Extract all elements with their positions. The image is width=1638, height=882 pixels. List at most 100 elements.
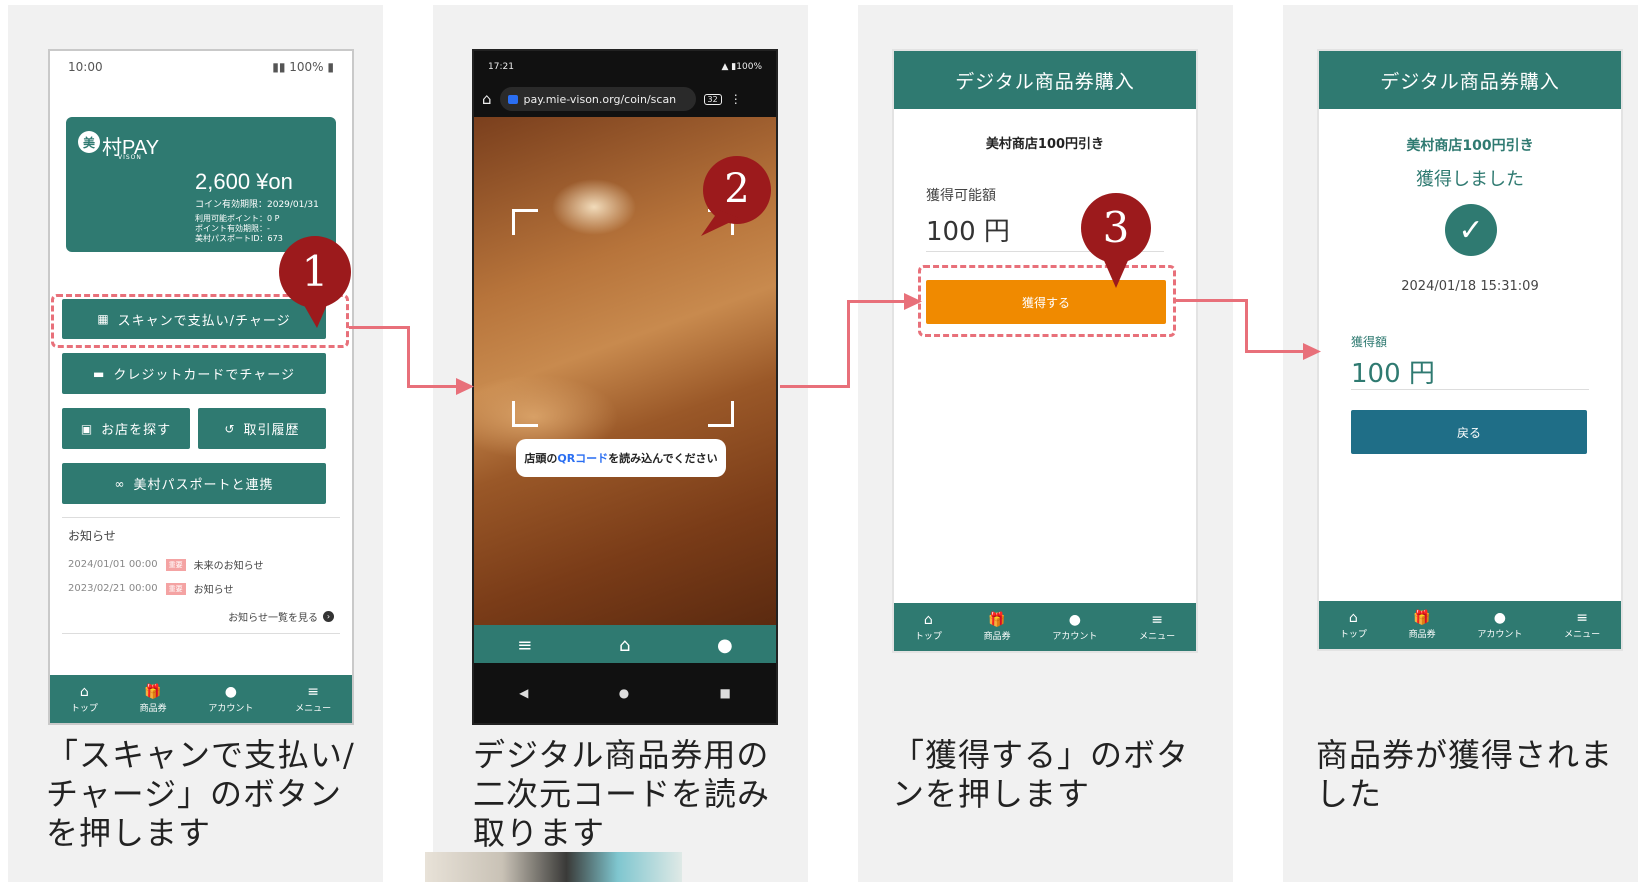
points-info: 利用可能ポイント：0 P ポイント有効期限：- 美村パスポートID：673 [195,214,283,243]
qr-scan-screen: 17:21 ▲ ▮100% ⌂ pay.mie-vison.org/coin/s… [472,49,778,725]
important-badge: 重要 [165,582,186,595]
user-icon: ● [224,683,237,700]
nav-account[interactable]: ● アカウント [208,685,253,714]
status-time: 10:00 [68,60,103,74]
product-name: 美村商店100円引き [1406,138,1534,154]
connector-line [1176,299,1248,302]
news-heading: お知らせ [68,529,116,543]
credit-card-charge-button[interactable]: ▬ クレジットカードでチャージ [62,353,326,394]
news-item[interactable]: 2024/01/01 00:00 重要 未来のお知らせ [68,557,263,572]
arrowhead [1303,343,1321,360]
step-3-caption: 「獲得する」のボタ ンを押します [892,736,1190,813]
user-icon: ● [1068,611,1081,628]
link-icon: ∞ [114,476,126,491]
connector-line [407,326,410,387]
scan-frame-corner [512,209,538,235]
screen-header: デジタル商品券購入 [894,51,1196,109]
credit-card-icon: ▬ [93,366,106,381]
back-icon[interactable]: ◀ [519,686,528,700]
home-icon[interactable]: ⌂ [619,635,630,656]
find-shops-button[interactable]: ▣ お店を探す [62,408,190,449]
user-icon[interactable]: ● [717,635,733,656]
logo-mark: 美 [78,131,100,153]
link-passport-button[interactable]: ∞ 美村パスポートと連携 [62,463,326,504]
shop-icon: ▣ [80,421,94,436]
acquired-timestamp: 2024/01/18 15:31:09 [1401,279,1539,294]
nav-voucher[interactable]: 🎁 商品券 [1409,611,1436,640]
nav-top[interactable]: ⌂ トップ [1340,611,1367,640]
wallet-card: 美 村PAY VISON 2,600 ¥on コイン有効期限：2029/01/3… [66,117,336,252]
scan-instruction: 店頭の QRコード を読み込んでください [516,439,726,477]
divider [1351,389,1589,390]
recents-icon[interactable]: ■ [720,686,731,700]
step-4-caption: 商品券が獲得されま した [1316,736,1614,813]
step-1-caption: 「スキャンで支払い/ チャージ」のボタン を押します [46,736,355,852]
nav-menu[interactable]: ≡ メニュー [1564,611,1600,640]
status-bar: 17:21 ▲ ▮100% [474,51,776,83]
camera-icon [507,94,518,104]
url-field[interactable]: pay.mie-vison.org/coin/scan [499,87,696,111]
connector-line [847,300,907,303]
scan-frame-corner [512,401,538,427]
nav-top[interactable]: ⌂ トップ [71,685,98,714]
menu-icon: ≡ [1576,609,1588,626]
gift-icon: 🎁 [144,683,162,700]
history-icon: ↺ [224,421,236,436]
news-more-link[interactable]: お知らせ一覧を見る › [228,609,334,624]
home-circle-icon[interactable]: ● [619,686,629,700]
home-icon: ⌂ [1348,609,1358,626]
step-2-caption: デジタル商品券用の 二次元コードを読み 取ります [473,736,771,852]
tabs-button[interactable]: 32 [703,93,722,105]
coin-balance: 2,600 ¥on [195,169,293,194]
connector-line [780,385,849,388]
nav-menu[interactable]: ≡ メニュー [1139,613,1175,642]
voucher-acquired-screen: デジタル商品券購入 美村商店100円引き 獲得しました ✓ 2024/01/18… [1317,49,1623,651]
home-icon[interactable]: ⌂ [482,90,492,108]
check-icon: ✓ [1445,204,1497,256]
chevron-right-icon: › [323,611,334,622]
divider [62,633,340,634]
connector-line [349,326,409,329]
transaction-history-button[interactable]: ↺ 取引履歴 [198,408,326,449]
product-name: 美村商店100円引き [985,137,1105,152]
scan-frame-corner [708,401,734,427]
menu-icon[interactable]: ≡ [517,635,532,656]
home-icon: ⌂ [79,683,89,700]
menu-icon: ≡ [1151,611,1163,628]
available-value: 100 円 [926,217,1010,247]
connector-line [1245,299,1248,352]
home-icon: ⌂ [923,611,933,628]
connector-line [407,385,459,388]
status-time: 17:21 [488,62,514,72]
nav-voucher[interactable]: 🎁 商品券 [140,685,167,714]
nav-top[interactable]: ⌂ トップ [915,613,942,642]
amount-value: 100 円 [1351,359,1435,389]
important-badge: 重要 [165,558,186,571]
step-marker-2: 2 [699,156,775,236]
nav-menu[interactable]: ≡ メニュー [295,685,331,714]
arrowhead [904,293,922,310]
battery-indicator: ▮▮ 100% ▮ [272,60,334,74]
back-button[interactable]: 戻る [1351,410,1587,454]
photo-fragment [425,852,682,882]
status-bar: 10:00 ▮▮ 100% ▮ [50,51,352,83]
screen-header: デジタル商品券購入 [1319,51,1621,109]
home-screen: 10:00 ▮▮ 100% ▮ 美 村PAY VISON 2,600 ¥on コ… [48,49,354,725]
gift-icon: 🎁 [988,611,1006,628]
amount-label: 獲得額 [1351,335,1388,349]
acquired-status: 獲得しました [1416,169,1524,190]
coin-expiry: コイン有効期限：2029/01/31 [195,200,319,210]
nav-voucher[interactable]: 🎁 商品券 [984,613,1011,642]
browser-bar: ⌂ pay.mie-vison.org/coin/scan 32 ⋮ [474,83,776,115]
nav-account[interactable]: ● アカウント [1477,611,1522,640]
bottom-nav: ⌂ トップ 🎁 商品券 ● アカウント ≡ メニュー [50,675,352,723]
bottom-nav: ⌂ トップ 🎁 商品券 ● アカウント ≡ メニュー [1319,601,1621,649]
more-menu-icon[interactable]: ⋮ [730,92,742,106]
gift-icon: 🎁 [1413,609,1431,626]
nav-account[interactable]: ● アカウント [1052,613,1097,642]
news-item[interactable]: 2023/02/21 00:00 重要 お知らせ [68,581,233,596]
step-marker-3: 3 [1080,192,1156,288]
app-nav: ≡ ⌂ ● [474,625,776,665]
battery-indicator: ▲ ▮100% [721,62,762,72]
arrowhead [456,378,474,395]
